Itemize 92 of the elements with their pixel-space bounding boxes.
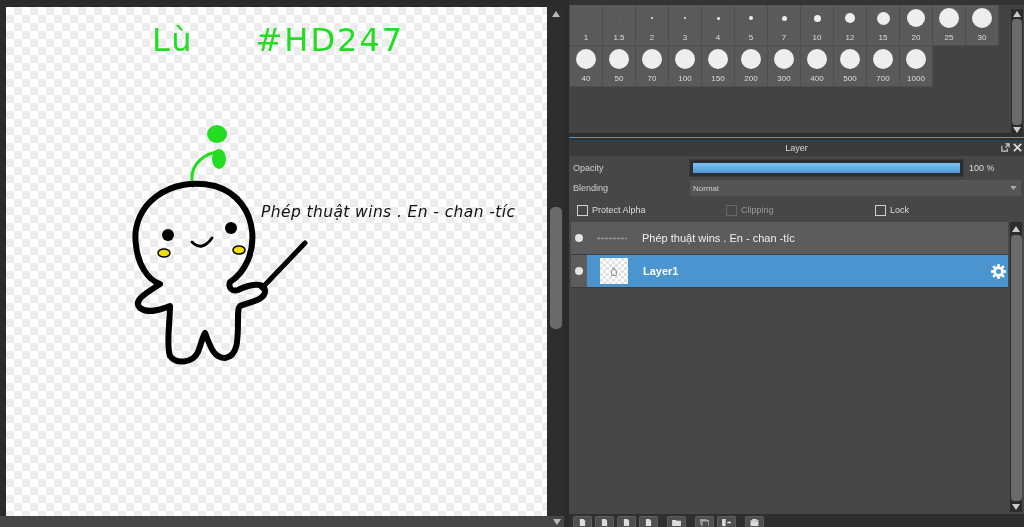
brush-dot-icon [845,13,855,23]
brush-size-tile[interactable]: 1 [570,5,603,46]
brush-size-tile[interactable]: 150 [702,46,735,87]
brush-dot-icon [813,14,821,22]
brush-size-tile[interactable]: 400 [801,46,834,87]
layer-thumbnail [600,258,628,284]
folder-icon [672,519,681,526]
opacity-slider-fill[interactable] [693,163,960,173]
pop-out-icon[interactable] [1001,143,1010,152]
layer-tool-button[interactable] [617,516,636,527]
caret-icon [1010,186,1017,190]
brush-size-tile[interactable]: 200 [735,46,768,87]
brush-dot-icon [708,49,728,69]
layer-tool-button[interactable] [595,516,614,527]
brush-size-tile[interactable]: 700 [867,46,900,87]
brush-dot-icon [716,16,720,20]
brush-dot-icon [907,9,925,27]
brush-dot-icon [876,11,890,25]
brush-size-tile[interactable]: 70 [636,46,669,87]
field-label: Blending [572,183,610,193]
layer-tool-button[interactable] [667,516,686,527]
brush-dot-icon [749,16,753,20]
brush-dot-icon [939,8,959,28]
page-icon [623,519,630,526]
layer-tool-button[interactable] [639,516,658,527]
visibility-dot-icon[interactable] [575,234,583,242]
layer-row[interactable]: Layer1 [571,255,1008,288]
brush-dot-icon [807,49,827,69]
brush-size-tile[interactable]: 1000 [900,46,933,87]
brush-dot-icon [609,49,629,69]
brush-size-tile[interactable]: 30 [966,5,999,46]
brush-dot-icon [873,49,893,69]
layer-row[interactable]: Phép thuật wins . En - chan -tíc [571,222,1008,255]
page-icon [601,519,608,526]
brush-dot-icon [642,49,662,69]
layer-tool-button[interactable] [695,516,714,527]
layer-tool-button[interactable] [717,516,736,527]
stack-icon [700,519,709,526]
panel-title: Layer [785,143,808,153]
brush-size-tile[interactable]: 12 [834,5,867,46]
scrollbar-thumb[interactable] [550,207,562,329]
brush-dot-icon [774,49,794,69]
layer-tool-button[interactable] [745,516,764,527]
brush-dot-icon [576,49,596,69]
handwritten-text: #HD247 [255,23,405,59]
checkbox-label[interactable]: Lock [890,205,909,215]
brush-dot-icon [781,15,787,21]
transparent-canvas[interactable]: Lù #HD247 Phép thuật wins . En - chan -tíc [6,7,547,516]
visibility-dot-icon[interactable] [575,267,583,275]
opacity-reading: 100 % [969,163,995,173]
page-icon [645,519,652,526]
handwritten-text: Lù [152,23,194,59]
scroll-down-icon[interactable] [1012,504,1020,510]
brush-size-tile[interactable]: 3 [669,5,702,46]
scroll-down-icon[interactable] [553,518,561,525]
brush-size-tile[interactable]: 50 [603,46,636,87]
scrollbar-thumb[interactable] [1012,19,1022,125]
trash-icon [750,519,759,526]
field-label: Opacity [572,163,605,173]
brush-size-tile[interactable]: 300 [768,46,801,87]
gear-icon[interactable] [991,263,1006,279]
opacity-slider-track[interactable] [689,159,964,177]
brush-size-tile[interactable]: 2 [636,5,669,46]
rectangle-dash-icon [722,519,731,526]
brush-dot-icon [675,49,695,69]
brush-dot-icon [972,8,992,28]
brush-size-tile[interactable]: 100 [669,46,702,87]
brush-size-tile[interactable]: 25 [933,5,966,46]
canvas-text: Phép thuật wins . En - chan -tíc [261,203,516,221]
brush-size-tile[interactable]: 500 [834,46,867,87]
scrollbar-track[interactable] [0,516,564,527]
brush-size-tile[interactable]: 15 [867,5,900,46]
brush-size-tile[interactable]: 10 [801,5,834,46]
brush-dot-icon [840,49,860,69]
brush-size-tile[interactable]: 5 [735,5,768,46]
brush-size-tile[interactable]: 20 [900,5,933,46]
close-icon[interactable] [1013,143,1022,152]
layer-tool-button[interactable] [573,516,592,527]
brush-dot-icon [906,49,926,69]
brush-size-tile[interactable]: 40 [570,46,603,87]
scrollbar-track[interactable] [1011,9,1023,133]
blending-dropdown[interactable]: Normal [690,180,1021,196]
scroll-up-icon[interactable] [1012,226,1020,232]
brush-size-tile[interactable]: 7 [768,5,801,46]
scroll-up-icon[interactable] [1013,11,1021,17]
brush-size-tile[interactable]: 4 [702,5,735,46]
brush-size-tile[interactable]: 1.5 [603,5,636,46]
page-icon [579,519,586,526]
brush-dot-icon [741,49,761,69]
text-thumbnail [597,236,627,240]
checkbox-label[interactable]: Protect Alpha [592,205,646,215]
scroll-up-icon[interactable] [552,11,560,17]
